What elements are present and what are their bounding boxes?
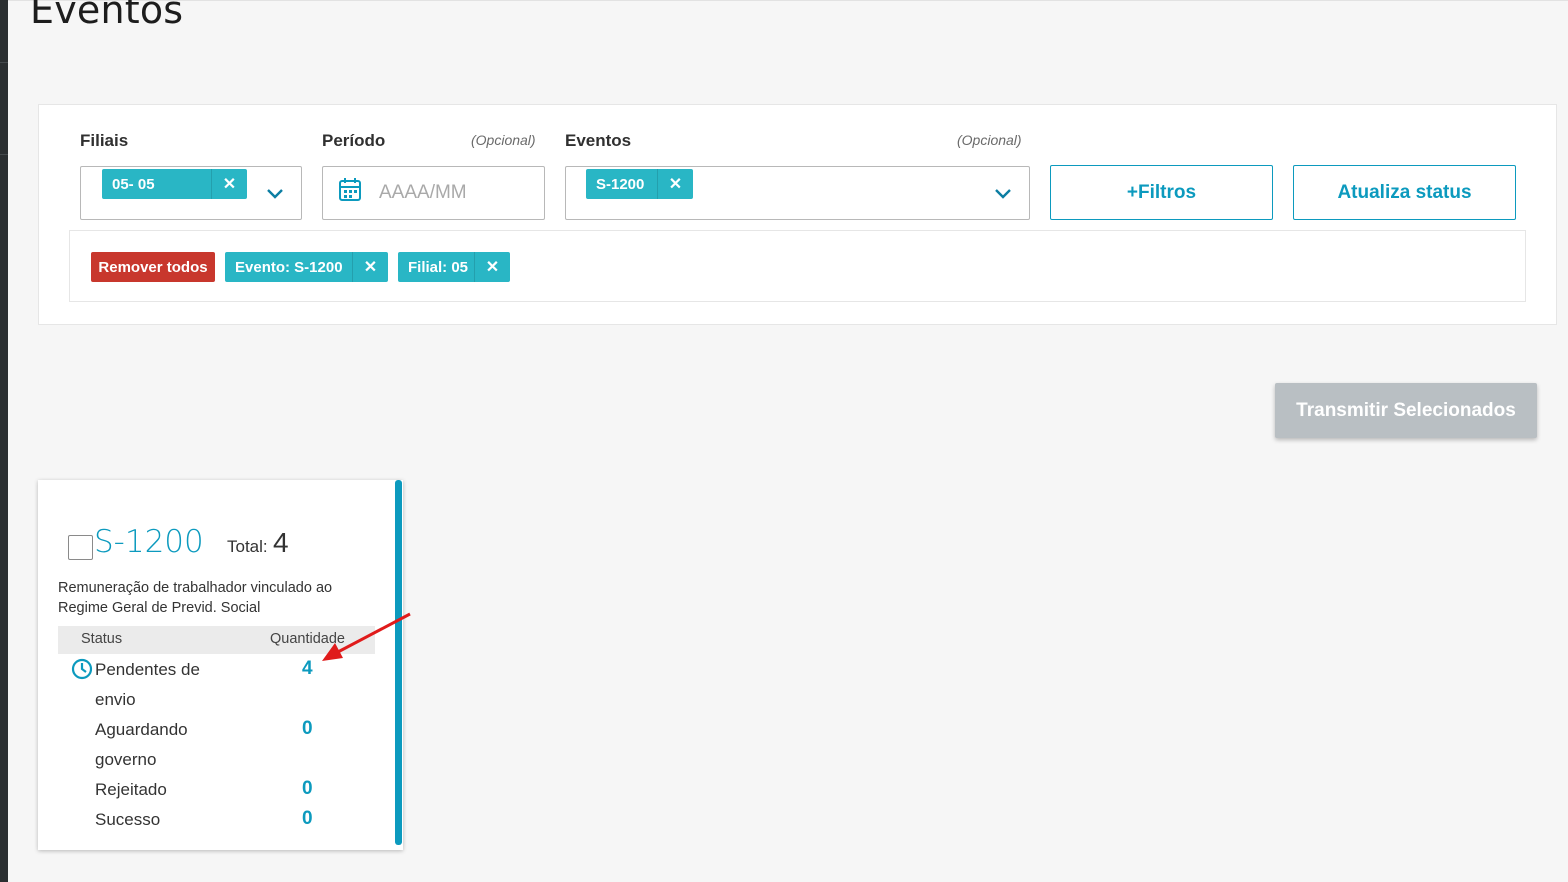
status-table-header: Status Quantidade xyxy=(58,626,375,654)
periodo-placeholder: AAAA/MM xyxy=(379,182,467,203)
card-event-code[interactable]: S-1200 xyxy=(94,524,204,560)
periodo-label: Período xyxy=(322,131,386,150)
close-icon[interactable]: ✕ xyxy=(211,169,247,199)
eventos-optional: (Opcional) xyxy=(957,132,1022,148)
filter-panel: Filiais 05- 05 ✕ Período (Opcional) AAAA… xyxy=(38,104,1557,325)
chevron-down-icon[interactable] xyxy=(993,183,1013,203)
filiais-label: Filiais xyxy=(80,131,129,150)
transmit-selected-button[interactable]: Transmitir Selecionados xyxy=(1275,383,1537,438)
page-title: Eventos xyxy=(30,0,184,32)
periodo-input[interactable]: AAAA/MM xyxy=(322,166,545,220)
left-rail-divider xyxy=(0,154,8,155)
update-status-button[interactable]: Atualiza status xyxy=(1293,165,1516,220)
event-card: S-1200 Total: 4 Remuneração de trabalhad… xyxy=(38,480,403,850)
status-label-aguardando: Aguardando governo xyxy=(95,720,188,769)
card-total-label: Total: xyxy=(227,537,268,556)
close-icon[interactable]: ✕ xyxy=(352,252,388,282)
eventos-select[interactable]: S-1200 ✕ xyxy=(565,166,1030,220)
filiais-chip-label: 05- 05 xyxy=(112,175,155,193)
more-filters-button[interactable]: +Filtros xyxy=(1050,165,1273,220)
status-value-pendentes[interactable]: 4 xyxy=(302,658,313,680)
status-value-rejeitado[interactable]: 0 xyxy=(302,778,313,800)
close-icon[interactable]: ✕ xyxy=(657,169,693,199)
periodo-optional: (Opcional) xyxy=(471,132,536,148)
filter-tag-evento: Evento: S-1200 ✕ xyxy=(225,252,388,282)
status-label-sucesso: Sucesso xyxy=(95,810,161,829)
card-accent-bar xyxy=(395,480,402,845)
card-select-checkbox[interactable] xyxy=(68,535,93,560)
active-filters-bar: Remover todos Evento: S-1200 ✕ Filial: 0… xyxy=(69,230,1526,302)
filiais-select[interactable]: 05- 05 ✕ xyxy=(80,166,302,220)
left-rail xyxy=(0,0,8,882)
left-rail-divider xyxy=(0,62,8,63)
card-total-value: 4 xyxy=(273,527,289,558)
card-description: Remuneração de trabalhador vinculado ao … xyxy=(58,580,333,616)
filter-tag-label: Evento: S-1200 xyxy=(235,258,343,276)
chevron-down-icon[interactable] xyxy=(265,183,285,203)
eventos-chip: S-1200 ✕ xyxy=(586,169,693,199)
calendar-icon[interactable] xyxy=(338,177,362,203)
status-label-rejeitado: Rejeitado xyxy=(95,780,167,799)
eventos-chip-label: S-1200 xyxy=(596,175,645,193)
status-column-header: Status xyxy=(81,631,123,647)
status-label-pendentes: Pendentes de envio xyxy=(95,660,200,709)
filter-tag-label: Filial: 05 xyxy=(408,258,469,276)
close-icon[interactable]: ✕ xyxy=(474,252,510,282)
clock-icon xyxy=(71,658,93,680)
eventos-label: Eventos xyxy=(565,131,632,150)
status-value-aguardando[interactable]: 0 xyxy=(302,718,313,740)
filiais-chip: 05- 05 ✕ xyxy=(102,169,247,199)
filter-tag-filial: Filial: 05 ✕ xyxy=(398,252,510,282)
remove-all-button[interactable]: Remover todos xyxy=(91,252,215,282)
quantity-column-header: Quantidade xyxy=(270,631,345,647)
status-value-sucesso[interactable]: 0 xyxy=(302,808,313,830)
top-divider xyxy=(8,0,1568,1)
